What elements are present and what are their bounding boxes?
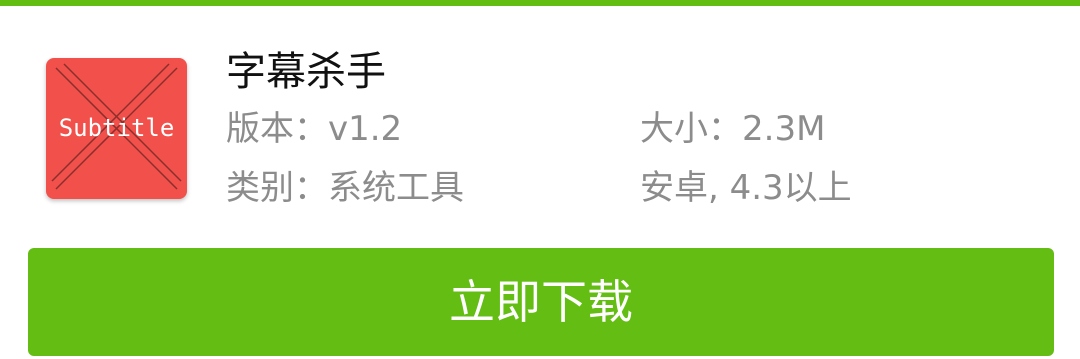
- app-category: 类别：系统工具: [226, 168, 464, 208]
- app-download-card: Subtitle 字幕杀手 版本：v1.2 大小：2.3M 类别：系统工具 安卓…: [0, 0, 1080, 359]
- app-icon-label: Subtitle: [58, 114, 175, 142]
- app-title: 字幕杀手: [226, 49, 386, 95]
- app-size: 大小：2.3M: [640, 109, 826, 149]
- download-button[interactable]: 立即下载: [28, 248, 1054, 356]
- app-os-requirement: 安卓, 4.3以上: [640, 168, 852, 208]
- app-icon: Subtitle: [46, 58, 187, 199]
- top-accent-bar: [0, 0, 1080, 6]
- app-version: 版本：v1.2: [226, 109, 403, 149]
